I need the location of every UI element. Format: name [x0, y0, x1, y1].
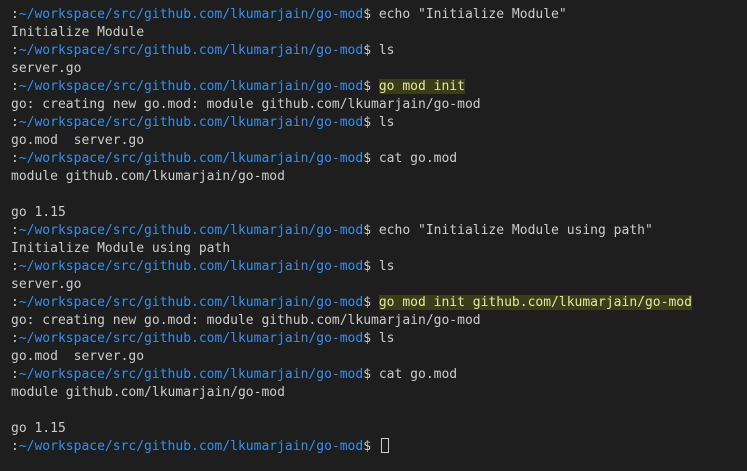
output-text: go 1.15: [11, 205, 66, 220]
command-line: :~/workspace/src/github.com/lkumarjain/g…: [11, 42, 747, 60]
command-text: echo "Initialize Module using path": [378, 223, 653, 238]
output-line: go: creating new go.mod: module github.c…: [11, 312, 747, 330]
prompt-symbol: $: [363, 115, 379, 130]
highlighted-command: go mod init: [378, 79, 465, 94]
prompt-symbol: $: [363, 295, 379, 310]
output-text: Initialize Module using path: [11, 241, 231, 256]
output-line: go: creating new go.mod: module github.c…: [11, 96, 747, 114]
command-line: :~/workspace/src/github.com/lkumarjain/g…: [11, 258, 747, 276]
prompt-path: ~/workspace/src/github.com/lkumarjain/go…: [18, 43, 364, 58]
prompt-symbol: $: [363, 331, 379, 346]
output-text: Initialize Module: [11, 25, 145, 40]
command-line: :~/workspace/src/github.com/lkumarjain/g…: [11, 150, 747, 168]
output-text: go 1.15: [11, 421, 66, 436]
output-line: go.mod server.go: [11, 132, 747, 150]
command-line: :~/workspace/src/github.com/lkumarjain/g…: [11, 114, 747, 132]
prompt-prefix: :: [11, 115, 19, 130]
output-text: server.go: [11, 61, 82, 76]
command-line: :~/workspace/src/github.com/lkumarjain/g…: [11, 366, 747, 384]
prompt-symbol: $: [363, 79, 379, 94]
command-text: ls: [378, 43, 395, 58]
prompt-path: ~/workspace/src/github.com/lkumarjain/go…: [18, 151, 364, 166]
output-line: server.go: [11, 276, 747, 294]
output-text: go: creating new go.mod: module github.c…: [11, 97, 481, 112]
prompt-prefix: :: [11, 43, 19, 58]
prompt-prefix: :: [11, 367, 19, 382]
output-line: Initialize Module using path: [11, 240, 747, 258]
prompt-prefix: :: [11, 259, 19, 274]
command-text: cat go.mod: [378, 151, 458, 166]
prompt-path: ~/workspace/src/github.com/lkumarjain/go…: [18, 367, 364, 382]
prompt-symbol: $: [363, 259, 379, 274]
output-text: go.mod server.go: [11, 133, 145, 148]
command-text: ls: [378, 115, 395, 130]
output-line: server.go: [11, 60, 747, 78]
prompt-symbol: $: [363, 439, 379, 454]
command-text: ls: [378, 331, 395, 346]
active-prompt-line: :~/workspace/src/github.com/lkumarjain/g…: [11, 438, 747, 456]
prompt-path: ~/workspace/src/github.com/lkumarjain/go…: [18, 295, 364, 310]
prompt-prefix: :: [11, 295, 19, 310]
output-text: module github.com/lkumarjain/go-mod: [11, 169, 285, 184]
prompt-symbol: $: [363, 367, 379, 382]
prompt-path: ~/workspace/src/github.com/lkumarjain/go…: [18, 115, 364, 130]
output-text: server.go: [11, 277, 82, 292]
output-line: module github.com/lkumarjain/go-mod: [11, 168, 747, 186]
prompt-path: ~/workspace/src/github.com/lkumarjain/go…: [18, 331, 364, 346]
prompt-path: ~/workspace/src/github.com/lkumarjain/go…: [18, 223, 364, 238]
command-line: :~/workspace/src/github.com/lkumarjain/g…: [11, 294, 747, 312]
command-line: :~/workspace/src/github.com/lkumarjain/g…: [11, 6, 747, 24]
output-line: go 1.15: [11, 420, 747, 438]
prompt-prefix: :: [11, 79, 19, 94]
cursor-icon[interactable]: [380, 438, 389, 453]
command-line: :~/workspace/src/github.com/lkumarjain/g…: [11, 222, 747, 240]
output-line: Initialize Module: [11, 24, 747, 42]
prompt-path: ~/workspace/src/github.com/lkumarjain/go…: [18, 79, 364, 94]
prompt-prefix: :: [11, 151, 19, 166]
command-text: cat go.mod: [378, 367, 458, 382]
prompt-symbol: $: [363, 7, 379, 22]
command-text: echo "Initialize Module": [378, 7, 567, 22]
output-text: go: creating new go.mod: module github.c…: [11, 313, 481, 328]
highlighted-command: go mod init github.com/lkumarjain/go-mod: [378, 295, 692, 310]
output-line: go 1.15: [11, 204, 747, 222]
prompt-path: ~/workspace/src/github.com/lkumarjain/go…: [18, 7, 364, 22]
command-line: :~/workspace/src/github.com/lkumarjain/g…: [11, 78, 747, 96]
terminal-window[interactable]: :~/workspace/src/github.com/lkumarjain/g…: [0, 0, 747, 471]
prompt-prefix: :: [11, 439, 19, 454]
command-text: ls: [378, 259, 395, 274]
output-text: module github.com/lkumarjain/go-mod: [11, 385, 285, 400]
prompt-prefix: :: [11, 223, 19, 238]
prompt-symbol: $: [363, 223, 379, 238]
output-line: go.mod server.go: [11, 348, 747, 366]
prompt-path: ~/workspace/src/github.com/lkumarjain/go…: [18, 439, 364, 454]
output-text: go.mod server.go: [11, 349, 145, 364]
prompt-prefix: :: [11, 7, 19, 22]
prompt-symbol: $: [363, 151, 379, 166]
command-line: :~/workspace/src/github.com/lkumarjain/g…: [11, 330, 747, 348]
prompt-prefix: :: [11, 331, 19, 346]
prompt-path: ~/workspace/src/github.com/lkumarjain/go…: [18, 259, 364, 274]
terminal-output: :~/workspace/src/github.com/lkumarjain/g…: [11, 6, 747, 456]
prompt-symbol: $: [363, 43, 379, 58]
output-line: module github.com/lkumarjain/go-mod: [11, 384, 747, 402]
